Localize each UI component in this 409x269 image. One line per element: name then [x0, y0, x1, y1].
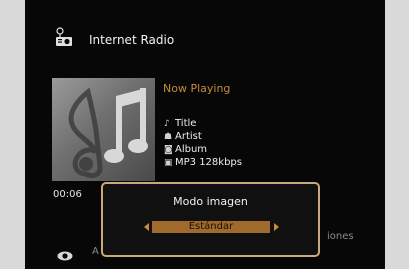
artist-name: Artist [175, 131, 202, 142]
track-title: Title [175, 118, 197, 129]
person-icon: ☗ [164, 132, 173, 142]
picture-mode-value: Estándar [188, 221, 234, 232]
tv-screen: Internet Radio Now Playing ♪ Title ☗ Artis… [25, 0, 385, 269]
music-note-artwork-icon [68, 87, 148, 179]
album-row: ◙ Album [164, 144, 207, 156]
track-title-row: ♪ Title [164, 118, 196, 130]
next-value-arrow-icon[interactable] [274, 223, 279, 231]
now-playing-heading: Now Playing [163, 82, 231, 95]
audio-format-icon: ▣ [164, 158, 173, 168]
album-name: Album [175, 144, 208, 155]
format-row: ▣ MP3 128kbps [164, 157, 242, 169]
album-artwork [52, 78, 155, 181]
popup-title: Modo imagen [173, 195, 248, 208]
music-note-icon: ♪ [164, 119, 170, 129]
picture-mode-popup: Modo imagen Estándar [101, 182, 320, 257]
disc-icon: ◙ [164, 145, 173, 155]
picture-mode-selector[interactable]: Estándar [152, 221, 270, 233]
audio-format: MP3 128kbps [175, 157, 242, 168]
artist-row: ☗ Artist [164, 131, 202, 143]
background-options-label: iones [327, 231, 354, 242]
previous-value-arrow-icon[interactable] [144, 223, 149, 231]
elapsed-time: 00:06 [53, 189, 82, 200]
internet-radio-icon [54, 27, 74, 47]
source-title: Internet Radio [89, 33, 175, 47]
background-option-letter: A [92, 246, 99, 257]
option-icon [57, 246, 73, 261]
